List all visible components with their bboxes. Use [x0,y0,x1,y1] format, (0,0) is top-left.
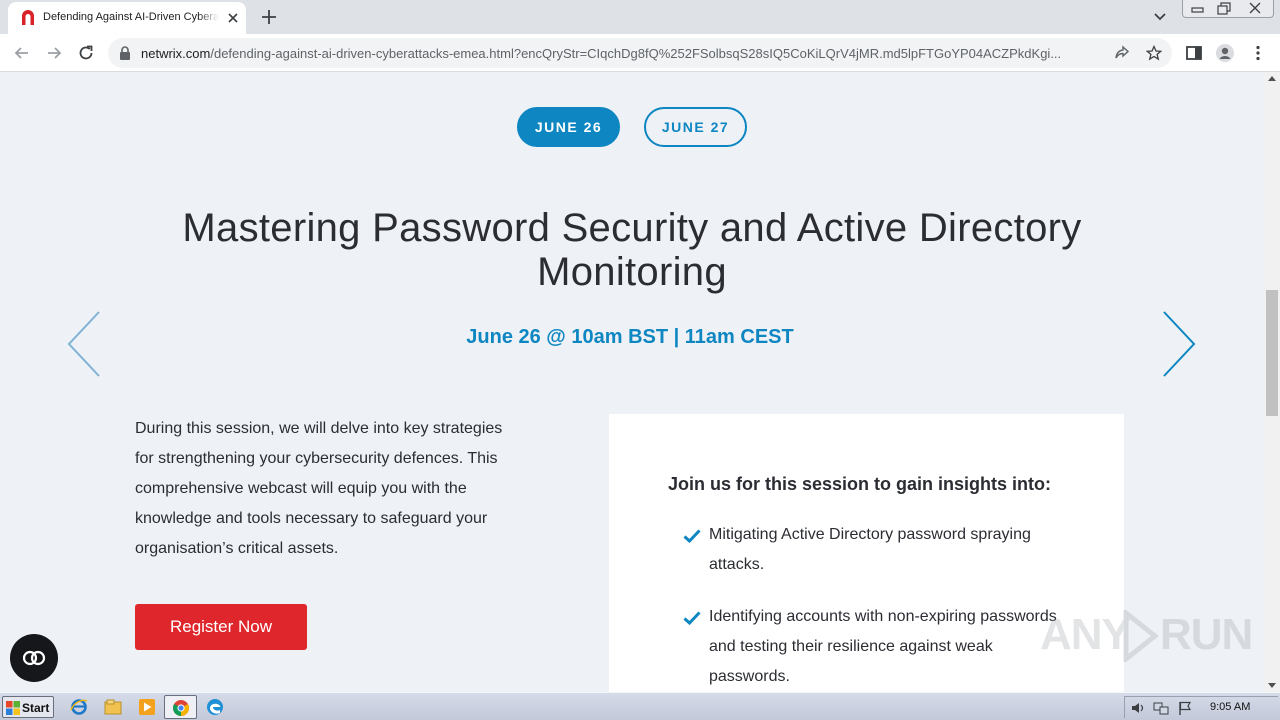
taskbar: Start 9:05 AM [0,692,1280,720]
session-time: June 26 @ 10am BST | 11am CEST [466,326,794,348]
chrome-taskbar-button[interactable] [164,695,197,719]
close-tab-icon[interactable] [225,10,241,26]
scroll-thumb[interactable] [1266,290,1278,416]
browser-toolbar: netwrix.com/defending-against-ai-driven-… [0,34,1280,72]
windows-logo-icon [6,701,20,715]
scroll-down-arrow-icon[interactable] [1268,683,1276,688]
accessibility-icon [22,650,46,666]
internet-explorer-icon[interactable] [70,698,88,716]
file-explorer-icon[interactable] [104,698,122,716]
action-center-flag-icon[interactable] [1177,700,1193,716]
taskbar-clock[interactable]: 9:05 AM [1210,701,1250,713]
forward-arrow-icon[interactable] [44,43,64,63]
session-description: During this session, we will delve into … [135,420,503,557]
url-text[interactable]: netwrix.com/defending-against-ai-driven-… [141,46,1111,61]
carousel-next-arrow-icon[interactable] [1161,310,1197,378]
register-now-button[interactable]: Register Now [135,604,307,650]
insights-heading: Join us for this session to gain insight… [668,474,1052,494]
chevron-down-icon[interactable] [1152,10,1168,24]
insight-text: Mitigating Active Directory password spr… [709,526,1031,573]
tab-bar: Defending Against AI-Driven Cyberattacks [0,0,1280,34]
url-domain: netwrix.com [141,46,211,61]
insight-text: Identifying accounts with non-expiring p… [709,608,1057,685]
edge-icon[interactable] [206,698,224,716]
chrome-icon [173,700,189,716]
reload-icon[interactable] [76,43,96,63]
share-icon[interactable] [1114,45,1130,61]
page-scrollbar[interactable] [1264,72,1280,692]
webpage: JUNE 26 JUNE 27 Mastering Password Secur… [0,72,1264,692]
session-title: Mastering Password Security and Active D… [182,206,1082,294]
active-tab[interactable]: Defending Against AI-Driven Cyberattacks [8,2,246,34]
media-player-icon[interactable] [138,698,156,716]
watermark-text-right: RUN [1160,610,1253,659]
checkmark-icon [683,611,701,625]
date-tab-june-27[interactable]: JUNE 27 [644,107,747,147]
start-label: Start [22,701,50,715]
bookmark-star-icon[interactable] [1146,45,1162,61]
url-path: /defending-against-ai-driven-cyberattack… [210,46,1062,61]
play-logo-icon [1123,610,1158,662]
restore-icon[interactable] [1207,0,1237,17]
insight-item: Mitigating Active Directory password spr… [683,520,1063,580]
kebab-menu-icon[interactable] [1248,43,1268,63]
anyrun-watermark: ANY RUN [1040,606,1253,666]
checkmark-icon [683,529,701,543]
profile-avatar-icon[interactable] [1215,43,1235,63]
scroll-up-arrow-icon[interactable] [1268,76,1276,81]
date-tab-june-26[interactable]: JUNE 26 [517,107,620,147]
lock-icon[interactable] [119,46,131,60]
window-controls [1182,0,1274,18]
system-tray: 9:05 AM [1124,696,1278,718]
side-panel-icon[interactable] [1184,43,1204,63]
network-icon[interactable] [1153,700,1169,716]
volume-icon[interactable] [1130,700,1146,716]
back-arrow-icon[interactable] [12,43,32,63]
netwrix-favicon-icon [22,10,34,25]
watermark-text-left: ANY [1040,610,1131,659]
start-button[interactable]: Start [2,696,54,718]
insight-item: Identifying accounts with non-expiring p… [683,602,1063,692]
address-bar[interactable]: netwrix.com/defending-against-ai-driven-… [108,38,1172,68]
tab-title: Defending Against AI-Driven Cyberattacks [43,11,219,23]
carousel-prev-arrow-icon[interactable] [66,310,102,378]
new-tab-icon[interactable] [259,7,279,27]
accessibility-widget-button[interactable] [10,634,58,682]
close-window-icon[interactable] [1241,0,1271,17]
